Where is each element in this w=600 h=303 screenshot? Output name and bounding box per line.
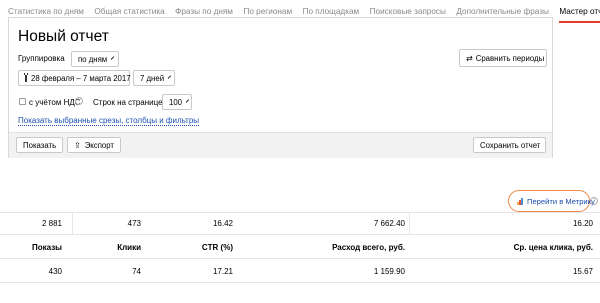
grouping-value: по дням	[78, 54, 108, 64]
column-divider	[72, 212, 73, 234]
total-ctr: 16.42	[212, 219, 233, 228]
export-button-label: Экспорт	[84, 140, 114, 150]
open-metrika-button[interactable]: Перейти в Метрику	[508, 190, 595, 212]
date-range-value: 28 февраля – 7 марта 2017	[31, 73, 131, 83]
show-filters-link[interactable]: Показать выбранные срезы, столбцы и филь…	[18, 116, 200, 126]
rows-per-page-label: Строк на странице	[93, 98, 163, 107]
chevron-down-icon	[110, 55, 115, 60]
metrika-icon	[517, 197, 523, 205]
page-title: Новый отчет	[18, 28, 109, 45]
column-header-ctr[interactable]: CTR (%)	[202, 243, 233, 252]
show-button[interactable]: Показать	[16, 137, 63, 153]
chevron-down-icon	[167, 74, 172, 79]
cell-clicks: 74	[132, 267, 141, 276]
vat-checkbox[interactable]	[19, 98, 26, 105]
help-icon[interactable]: ?	[75, 97, 83, 105]
cell-spend: 1 159.90	[373, 267, 405, 276]
show-button-label: Показать	[23, 140, 57, 150]
save-report-button[interactable]: Сохранить отчет	[473, 137, 546, 153]
cell-shows: 430	[48, 267, 62, 276]
table-divider	[0, 258, 600, 259]
column-divider	[409, 212, 410, 234]
calendar-icon	[24, 72, 28, 82]
period-value: 7 дней	[140, 73, 165, 83]
tab-report-wizard[interactable]: Мастер отчётов	[559, 0, 600, 24]
table-divider	[0, 282, 600, 283]
grouping-select[interactable]: по дням	[71, 51, 119, 67]
rows-per-page-select[interactable]: 100	[162, 94, 192, 110]
cell-avg-cpc: 15.67	[572, 267, 593, 276]
total-avg-cpc: 16.20	[572, 219, 593, 228]
export-button[interactable]: ⇪ Экспорт	[67, 137, 121, 153]
vat-label: с учётом НДС	[29, 98, 81, 107]
column-header-shows[interactable]: Показы	[32, 243, 62, 252]
rows-per-page-value: 100	[169, 97, 183, 107]
column-header-clicks[interactable]: Клики	[117, 243, 141, 252]
table-divider	[0, 212, 600, 213]
export-icon: ⇪	[74, 140, 81, 150]
total-spend: 7 662.40	[373, 219, 405, 228]
compare-periods-button[interactable]: ⇄ Сравнить периоды	[459, 49, 547, 67]
compare-periods-label: Сравнить периоды	[475, 53, 545, 63]
column-header-spend[interactable]: Расход всего, руб.	[332, 243, 405, 252]
column-header-avg-cpc[interactable]: Ср. цена клика, руб.	[514, 243, 593, 252]
period-select[interactable]: 7 дней	[133, 70, 175, 86]
compare-icon: ⇄	[466, 53, 473, 63]
metrika-help-icon[interactable]: ?	[590, 197, 598, 205]
table-divider	[0, 234, 600, 235]
report-settings-panel: Новый отчет Группировка по дням ⇄ Сравни…	[8, 17, 553, 158]
total-clicks: 473	[127, 219, 141, 228]
date-range-picker[interactable]: 28 февраля – 7 марта 2017	[18, 70, 131, 86]
save-report-label: Сохранить отчет	[480, 140, 541, 150]
open-metrika-label: Перейти в Метрику	[527, 196, 595, 206]
grouping-label: Группировка	[18, 54, 65, 63]
panel-footer: Показать ⇪ Экспорт Сохранить отчет	[9, 132, 552, 158]
chevron-down-icon	[185, 98, 190, 103]
total-shows: 2 881	[41, 219, 62, 228]
cell-ctr: 17.21	[212, 267, 233, 276]
